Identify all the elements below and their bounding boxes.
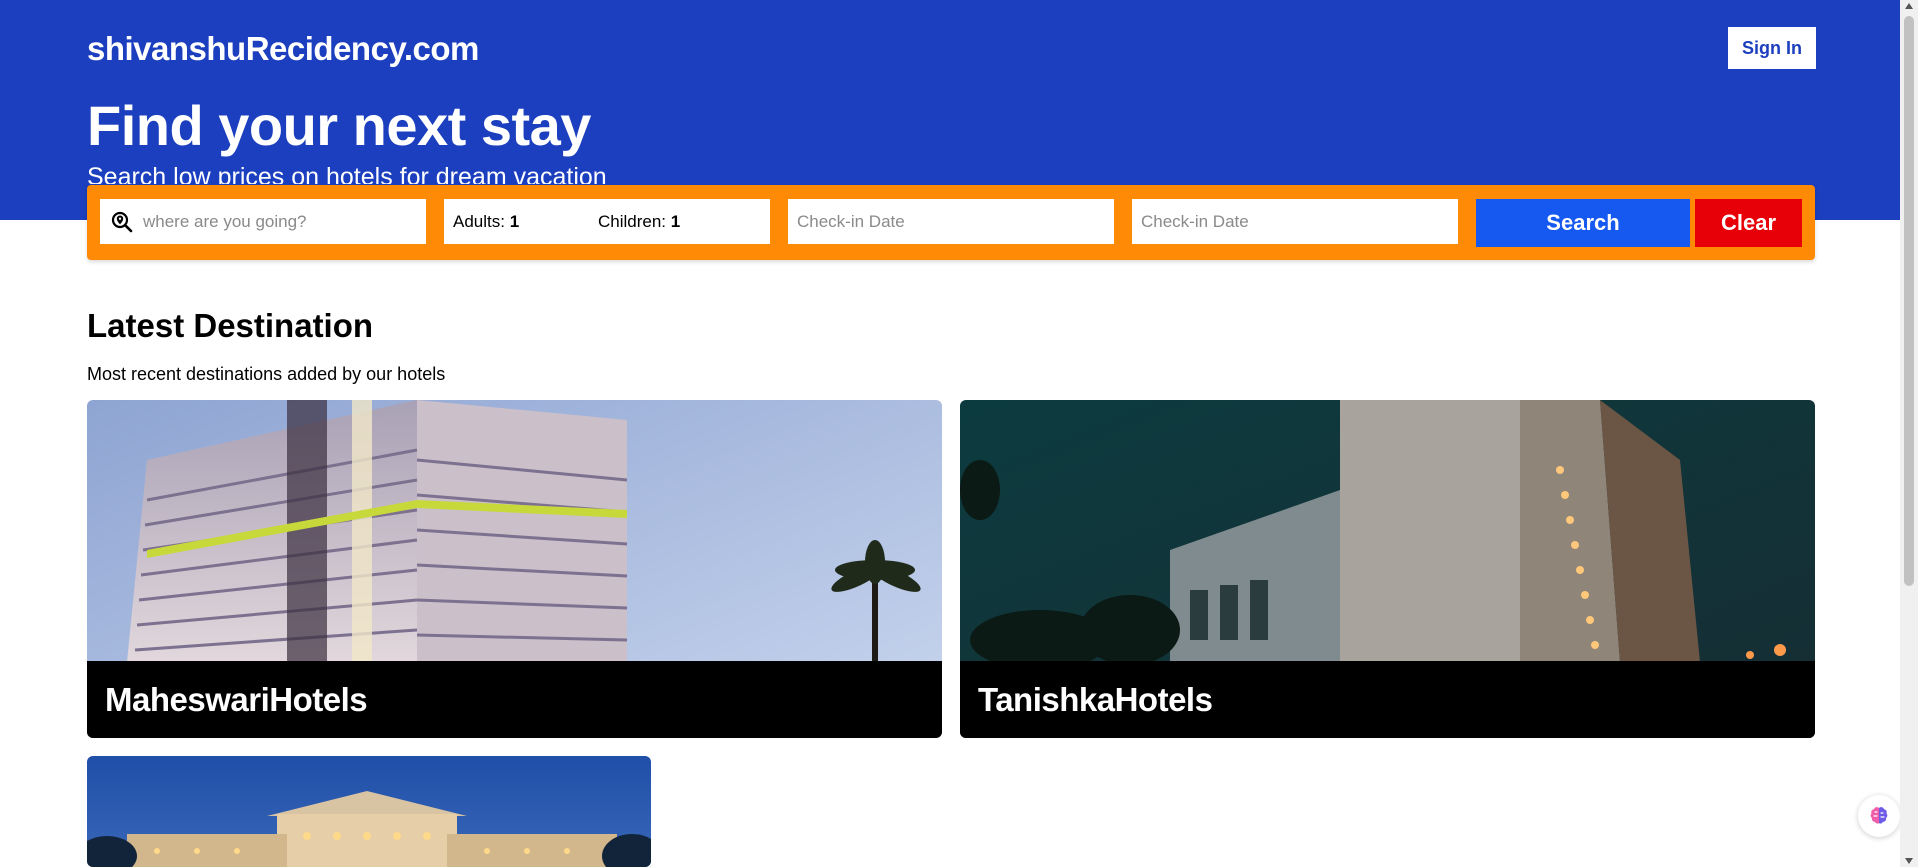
children-label: Children: (598, 211, 667, 231)
section-subtitle: Most recent destinations added by our ho… (87, 364, 446, 384)
hero-subtitle: Search low prices on hotels for dream va… (87, 163, 607, 184)
card-label-bar: MaheswariHotels (87, 661, 942, 738)
scroll-down-arrow-icon[interactable] (1905, 858, 1913, 864)
card-title: TanishkaHotels (978, 681, 1213, 718)
clear-button[interactable]: Clear (1695, 199, 1802, 247)
guests-field: Adults: 1 Children: 1 (444, 199, 770, 244)
card-label-bar: TanishkaHotels (960, 661, 1815, 738)
children-value: 1 (670, 211, 681, 231)
brand-logo[interactable]: shivanshuRecidency.com (87, 30, 479, 68)
destination-card-tanishka[interactable]: TanishkaHotels (960, 400, 1815, 738)
hero-title: Find your next stay (87, 94, 591, 157)
checkout-date-input[interactable]: Check-in Date (1132, 199, 1458, 244)
children-input[interactable]: Children: 1 (598, 212, 680, 232)
adults-value: 1 (509, 211, 520, 231)
brain-icon (1870, 807, 1888, 824)
floating-assistant-button[interactable] (1858, 795, 1900, 837)
search-button[interactable]: Search (1476, 199, 1690, 247)
hotel-photo (87, 756, 651, 867)
search-bar: where are you going? Adults: 1 Children:… (87, 185, 1815, 260)
destination-input[interactable]: where are you going? (100, 199, 426, 244)
scrollbar-thumb[interactable] (1904, 16, 1914, 586)
card-title: MaheswariHotels (105, 681, 368, 718)
destination-placeholder: where are you going? (143, 211, 307, 231)
destination-card-3[interactable] (87, 756, 651, 867)
destination-card-maheswari[interactable]: MaheswariHotels (87, 400, 942, 738)
vertical-scrollbar[interactable] (1900, 0, 1918, 867)
adults-label: Adults: (453, 211, 505, 231)
scroll-up-arrow-icon[interactable] (1905, 3, 1913, 9)
adults-input[interactable]: Adults: 1 (453, 212, 519, 232)
sign-in-button[interactable]: Sign In (1728, 27, 1816, 69)
search-location-icon (111, 211, 133, 232)
section-title: Latest Destination (87, 307, 374, 344)
checkin-date-input[interactable]: Check-in Date (788, 199, 1114, 244)
